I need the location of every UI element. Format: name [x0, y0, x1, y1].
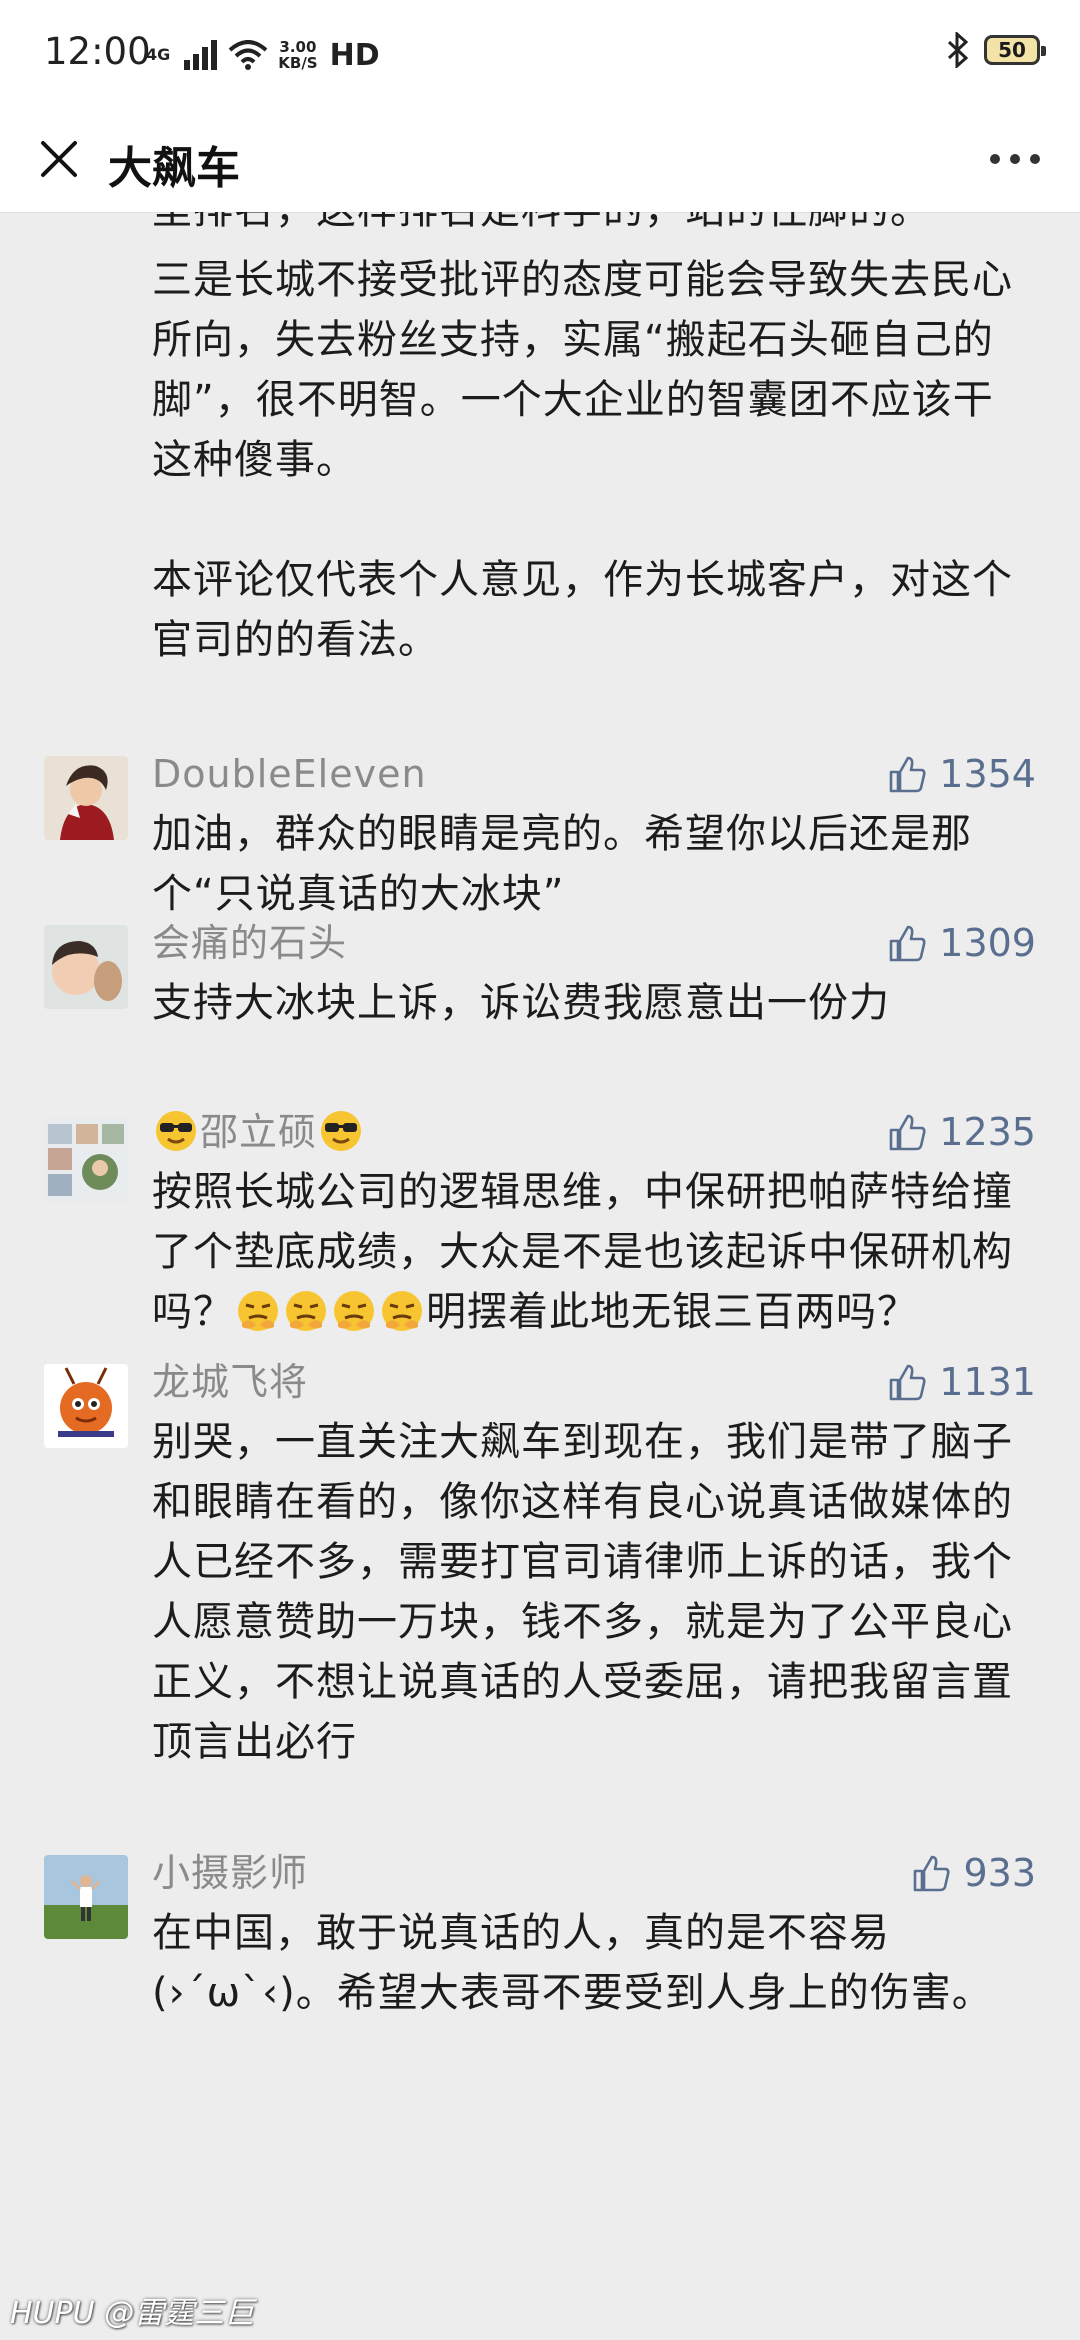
comment-text: 按照长城公司的逻辑思维，中保研把帕萨特给撞了个垫底成绩，大众是不是也该起诉中保研… — [152, 1162, 1032, 1342]
avatar[interactable] — [44, 1364, 128, 1448]
intro-cut-line: 里排名，这样排名是科学的，站的住脚的。 — [152, 212, 931, 240]
comment-text: 在中国，敢于说真话的人，真的是不容易(›´ω`‹)。希望大表哥不要受到人身上的伤… — [152, 1910, 993, 2016]
smirk-emoji-icon — [382, 1291, 422, 1331]
comment-text-part-2: 明摆着此地无银三百两吗？ — [426, 1289, 918, 1335]
watermark: HUPU @雷霆三巨 — [10, 2296, 255, 2331]
like-count: 1235 — [939, 1110, 1036, 1154]
thumbs-up-icon — [914, 1855, 951, 1892]
smirk-emoji-icon — [286, 1291, 326, 1331]
like-count: 1309 — [939, 921, 1036, 965]
battery-icon: 50 — [984, 35, 1046, 65]
status-bar: 12:00 4G 3.00 KB/S HD 50 — [0, 0, 1080, 108]
like-count: 933 — [963, 1851, 1036, 1895]
title-bar: 大飙车 — [0, 108, 1080, 213]
net-speed: 3.00 KB/S — [278, 39, 317, 71]
close-button[interactable] — [30, 130, 88, 188]
comment-username[interactable]: 会痛的石头 — [152, 915, 347, 971]
avatar-image — [44, 1118, 128, 1202]
like-button[interactable]: 1354 — [887, 746, 1036, 802]
like-button[interactable]: 1131 — [887, 1354, 1036, 1410]
avatar-image — [44, 756, 128, 840]
network-type: 4G — [146, 45, 171, 64]
signal-icon — [184, 40, 218, 70]
bluetooth-icon — [947, 32, 969, 68]
thumbs-up-icon — [889, 756, 926, 793]
comment-text: 支持大冰块上诉，诉讼费我愿意出一份力 — [152, 980, 890, 1026]
comment-list[interactable]: 里排名，这样排名是科学的，站的住脚的。 三是长城不接受批评的态度可能会导致失去民… — [0, 212, 1080, 2340]
page-title: 大飙车 — [108, 143, 240, 194]
sunglasses-emoji-icon — [156, 1111, 196, 1151]
more-button[interactable] — [980, 134, 1050, 184]
more-icon — [990, 154, 1040, 164]
intro-paragraph-1: 三是长城不接受批评的态度可能会导致失去民心所向，失去粉丝支持，实属“搬起石头砸自… — [152, 257, 1013, 483]
avatar-image — [44, 1364, 128, 1448]
like-button[interactable]: 933 — [911, 1845, 1036, 1901]
like-button[interactable]: 1309 — [887, 915, 1036, 971]
comment-username[interactable]: 邵立硕 — [152, 1104, 365, 1160]
comment-username[interactable]: 龙城飞将 — [152, 1354, 308, 1410]
avatar[interactable] — [44, 1118, 128, 1202]
avatar[interactable] — [44, 925, 128, 1009]
like-count: 1131 — [939, 1360, 1036, 1404]
comment-text: 别哭，一直关注大飙车到现在，我们是带了脑子和眼睛在看的，像你这样有良心说真话做媒… — [152, 1419, 1013, 1765]
intro-paragraph-2: 本评论仅代表个人意见，作为长城客户，对这个官司的的看法。 — [152, 557, 1013, 663]
smirk-emoji-icon — [238, 1291, 278, 1331]
avatar-image — [44, 925, 128, 1009]
comment-username[interactable]: 小摄影师 — [152, 1845, 308, 1901]
like-button[interactable]: 1235 — [887, 1104, 1036, 1160]
close-icon — [41, 141, 77, 177]
status-right: 50 — [946, 32, 1046, 68]
sunglasses-emoji-icon — [321, 1111, 362, 1151]
avatar[interactable] — [44, 756, 128, 840]
thumbs-up-icon — [889, 1114, 926, 1151]
status-time: 12:00 — [44, 30, 151, 73]
smirk-emoji-icon — [334, 1291, 374, 1331]
battery-level: 50 — [998, 38, 1026, 62]
thumbs-up-icon — [889, 925, 926, 962]
like-count: 1354 — [939, 752, 1036, 796]
thumbs-up-icon — [889, 1364, 926, 1401]
avatar[interactable] — [44, 1855, 128, 1939]
net-speed-unit: KB/S — [278, 54, 318, 72]
comment-username[interactable]: DoubleEleven — [152, 746, 427, 802]
wifi-icon — [228, 40, 268, 70]
status-icons: 4G 3.00 KB/S HD — [146, 30, 380, 80]
avatar-image — [44, 1855, 128, 1939]
hd-label: HD — [329, 37, 380, 73]
net-speed-value: 3.00 — [279, 38, 317, 56]
comment-username-text: 邵立硕 — [200, 1110, 318, 1154]
comment-text: 加油，群众的眼睛是亮的。希望你以后还是那个“只说真话的大冰块” — [152, 811, 972, 917]
